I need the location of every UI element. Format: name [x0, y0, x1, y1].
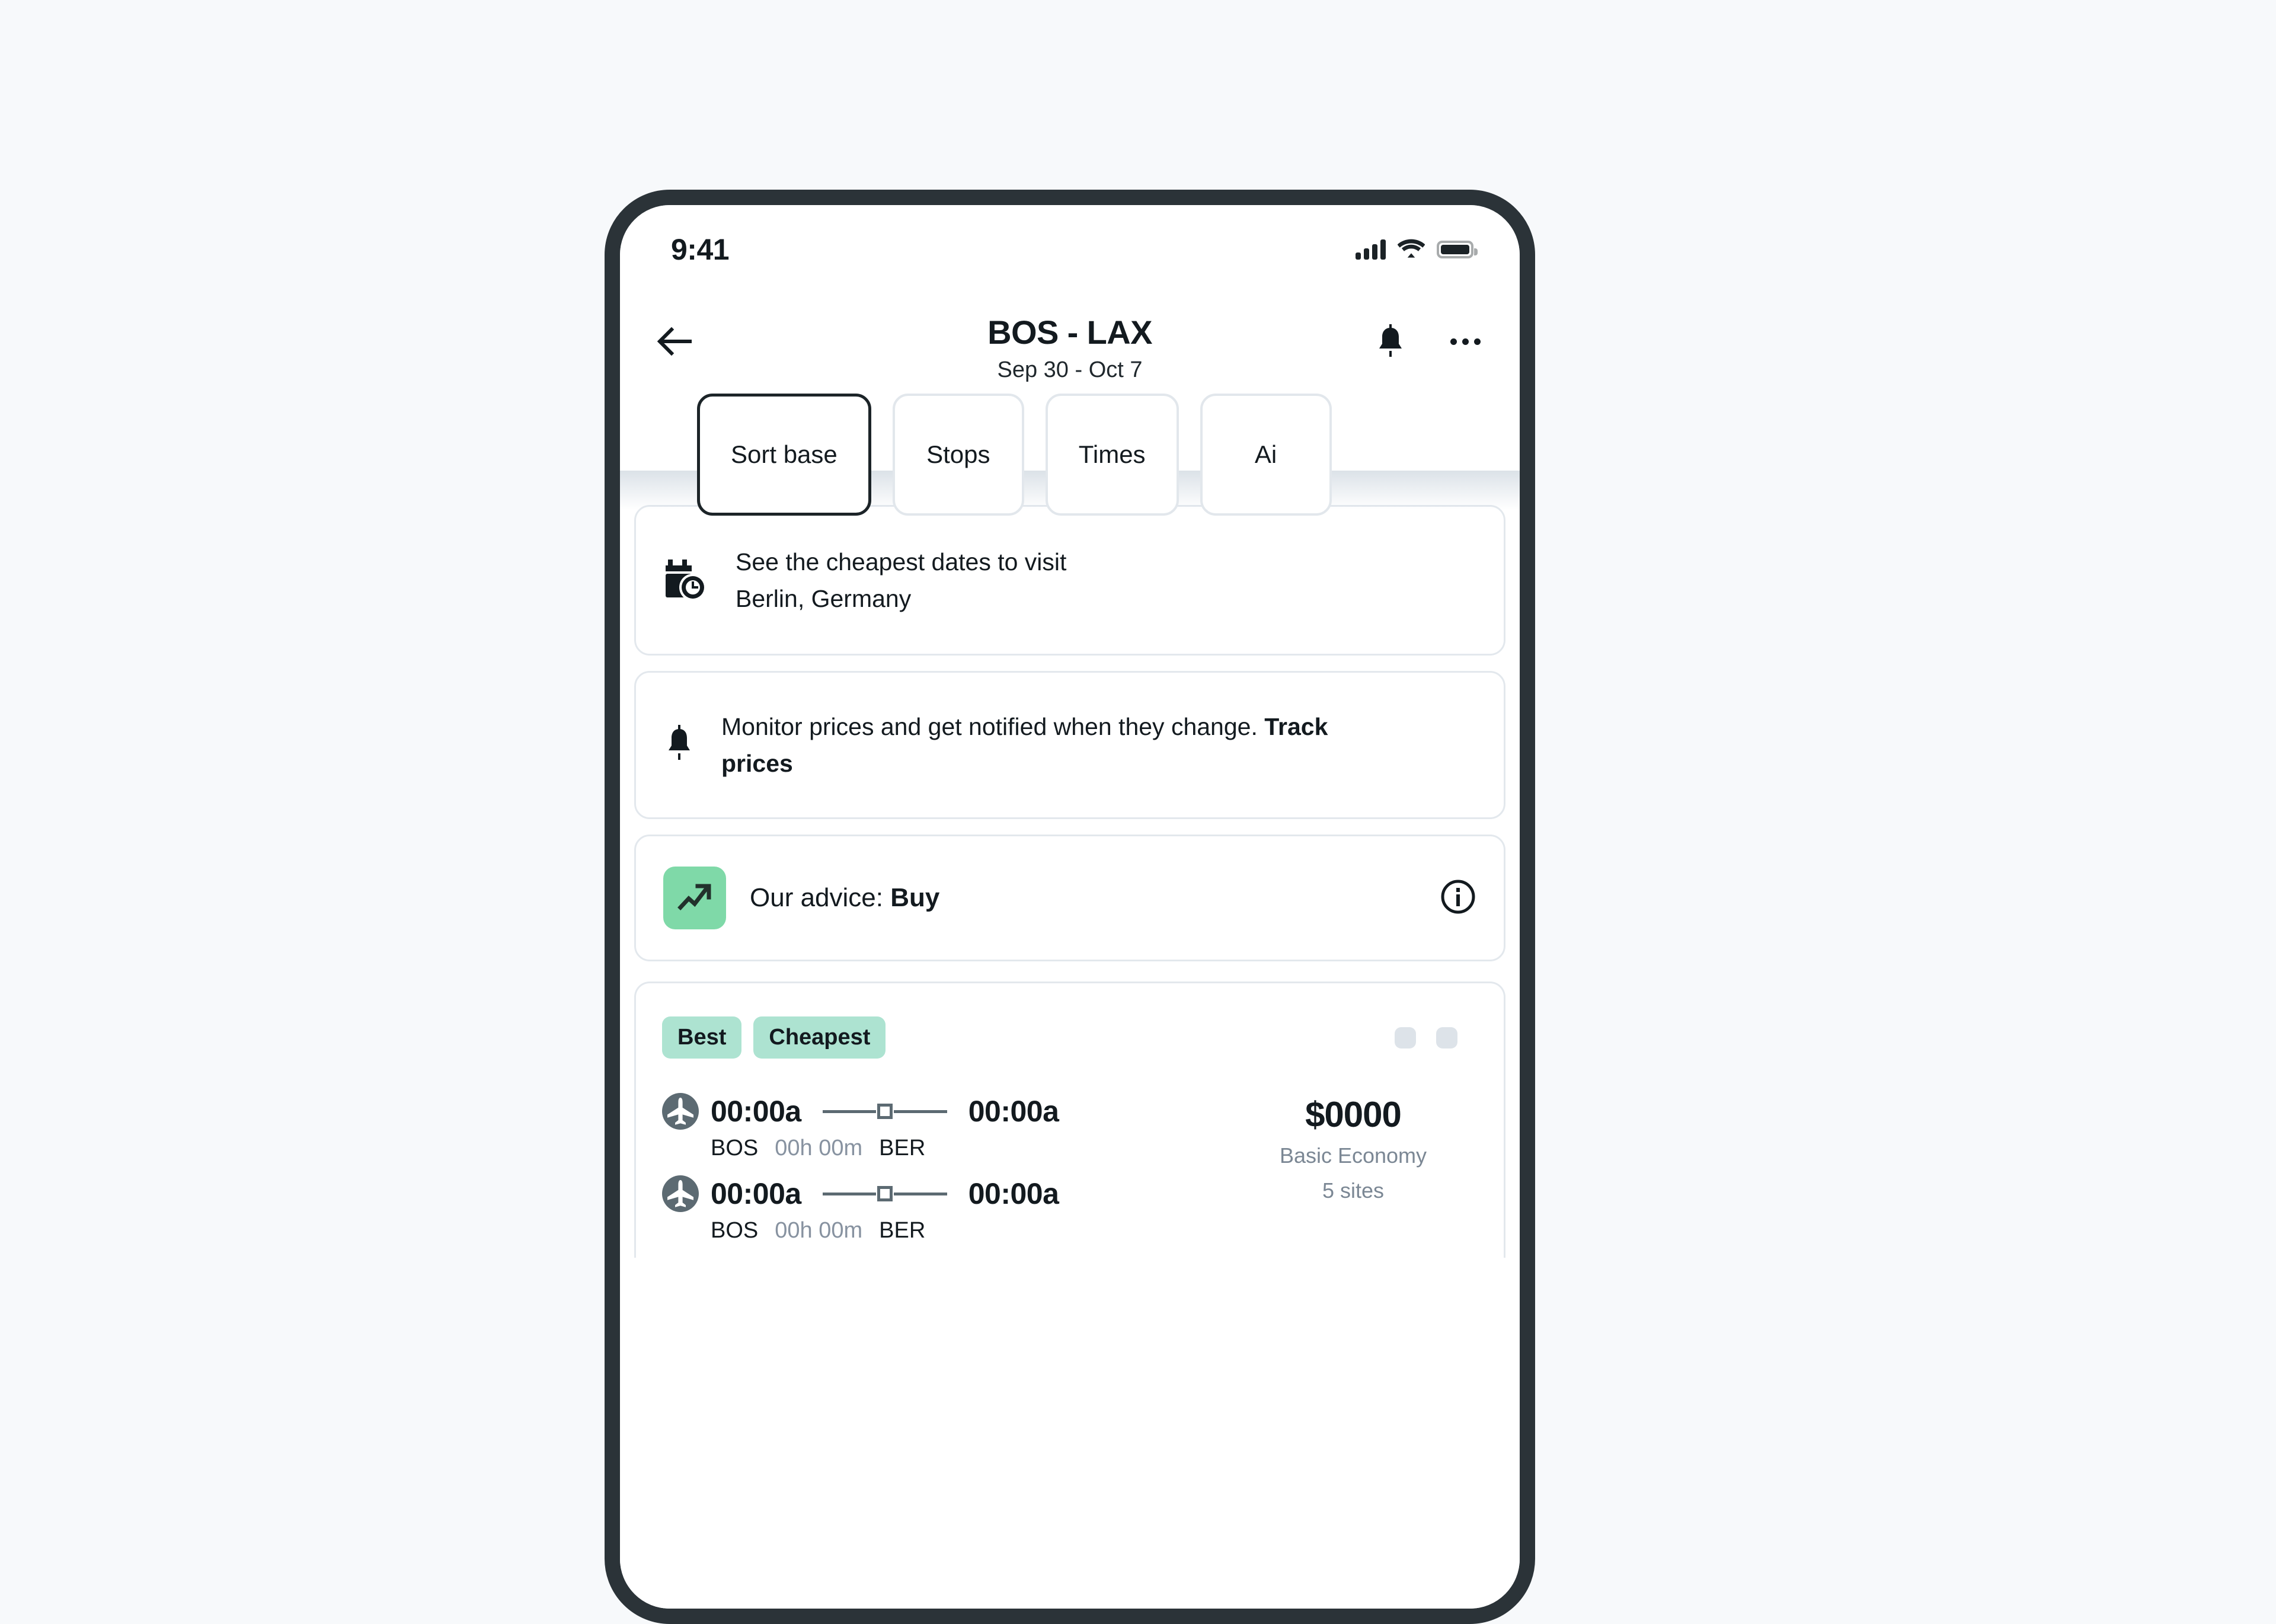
signal-bars-icon: [1356, 239, 1386, 260]
leg-destination-code: BER: [879, 1136, 926, 1161]
track-prices-message: Monitor prices and get notified when the…: [721, 712, 1265, 740]
fare-class: Basic Economy: [1279, 1143, 1427, 1168]
arrow-left-icon: [657, 327, 692, 356]
leg-route-line: [822, 1186, 947, 1201]
app-header: BOS - LAX Sep 30 - Oct 7 Sort base Stops…: [620, 294, 1520, 516]
leg-arrive-time: 00:00a: [968, 1177, 1059, 1210]
leg-origin-code: BOS: [711, 1136, 759, 1161]
badge-best: Best: [662, 1016, 742, 1059]
flight-leg-times: 00:00a 00:00a: [662, 1175, 1229, 1212]
leg-arrive-time: 00:00a: [968, 1095, 1059, 1128]
price-block[interactable]: $0000 Basic Economy 5 sites: [1229, 1093, 1478, 1205]
leg-duration: 00h 00m: [775, 1136, 863, 1161]
bell-icon: [664, 724, 694, 766]
battery-icon: [1437, 241, 1478, 258]
filter-chip-times[interactable]: Times: [1045, 394, 1179, 516]
pager-dot[interactable]: [1395, 1027, 1416, 1048]
advice-icon-badge: [663, 867, 726, 929]
more-options-button[interactable]: [1441, 318, 1489, 365]
cheapest-dates-line1: See the cheapest dates to visit: [736, 548, 1067, 576]
info-circle-icon[interactable]: [1440, 878, 1476, 918]
cheapest-dates-line2: Berlin, Germany: [736, 585, 912, 612]
flight-results-card[interactable]: Best Cheapest 00:00a 00:00a BOS 00h 00m …: [634, 982, 1505, 1258]
leg-duration: 00h 00m: [775, 1218, 863, 1243]
badge-cheapest: Cheapest: [753, 1016, 886, 1059]
flight-leg-row[interactable]: 00:00a 00:00a BOS 00h 00m BER: [662, 1093, 1229, 1161]
results-header: Best Cheapest: [662, 1016, 1478, 1059]
flight-leg-details: BOS 00h 00m BER: [711, 1136, 1229, 1161]
pager-dots[interactable]: [1395, 1027, 1478, 1048]
notifications-button[interactable]: [1367, 318, 1414, 365]
flight-leg-times: 00:00a 00:00a: [662, 1093, 1229, 1130]
advice-value: Buy: [890, 883, 940, 912]
leg-origin-code: BOS: [711, 1218, 759, 1243]
phone-screen: 9:41 BOS - LAX Sep 30 - Oct 7 Sort base …: [620, 205, 1520, 1609]
phone-frame: 9:41 BOS - LAX Sep 30 - Oct 7 Sort base …: [605, 190, 1535, 1624]
results-body: 00:00a 00:00a BOS 00h 00m BER 00:00a 00:…: [662, 1093, 1478, 1258]
sites-count: 5 sites: [1322, 1178, 1385, 1203]
calendar-clock-icon: [664, 556, 708, 605]
airplane-avatar-icon: [662, 1175, 699, 1212]
flight-leg-details: BOS 00h 00m BER: [711, 1218, 1229, 1243]
leg-destination-code: BER: [879, 1218, 926, 1243]
status-bar-time: 9:41: [671, 233, 730, 266]
cheapest-dates-card[interactable]: See the cheapest dates to visit Berlin, …: [634, 505, 1505, 656]
status-bar: 9:41: [620, 205, 1520, 294]
filter-chip-sort-base[interactable]: Sort base: [697, 394, 871, 516]
track-prices-text: Monitor prices and get notified when the…: [721, 708, 1391, 782]
header-row: BOS - LAX Sep 30 - Oct 7: [620, 294, 1520, 389]
advice-label: Our advice:: [750, 883, 891, 912]
itinerary-list: 00:00a 00:00a BOS 00h 00m BER 00:00a 00:…: [662, 1093, 1229, 1258]
filter-chip-stops[interactable]: Stops: [892, 394, 1024, 516]
more-horizontal-icon: [1450, 338, 1481, 345]
content-scroll-area[interactable]: See the cheapest dates to visit Berlin, …: [620, 471, 1520, 1609]
pager-dot[interactable]: [1436, 1027, 1457, 1048]
flight-leg-row[interactable]: 00:00a 00:00a BOS 00h 00m BER: [662, 1175, 1229, 1243]
leg-depart-time: 00:00a: [711, 1095, 801, 1128]
advice-text: Our advice: Buy: [750, 883, 939, 913]
airplane-avatar-icon: [662, 1093, 699, 1130]
price-amount: $0000: [1305, 1095, 1402, 1134]
leg-route-line: [822, 1104, 947, 1119]
leg-depart-time: 00:00a: [711, 1177, 801, 1210]
header-actions: [1367, 318, 1489, 365]
cheapest-dates-text: See the cheapest dates to visit Berlin, …: [736, 544, 1066, 618]
back-button[interactable]: [650, 315, 702, 367]
wifi-icon: [1397, 238, 1425, 261]
bell-icon: [1379, 324, 1402, 357]
filter-chip-bar[interactable]: Sort base Stops Times Ai: [620, 394, 1520, 516]
status-bar-icons: [1356, 238, 1478, 261]
advice-card[interactable]: Our advice: Buy: [634, 835, 1505, 961]
filter-chip-airlines[interactable]: Ai: [1200, 394, 1332, 516]
track-prices-card[interactable]: Monitor prices and get notified when the…: [634, 671, 1505, 819]
trending-up-icon: [677, 879, 712, 918]
